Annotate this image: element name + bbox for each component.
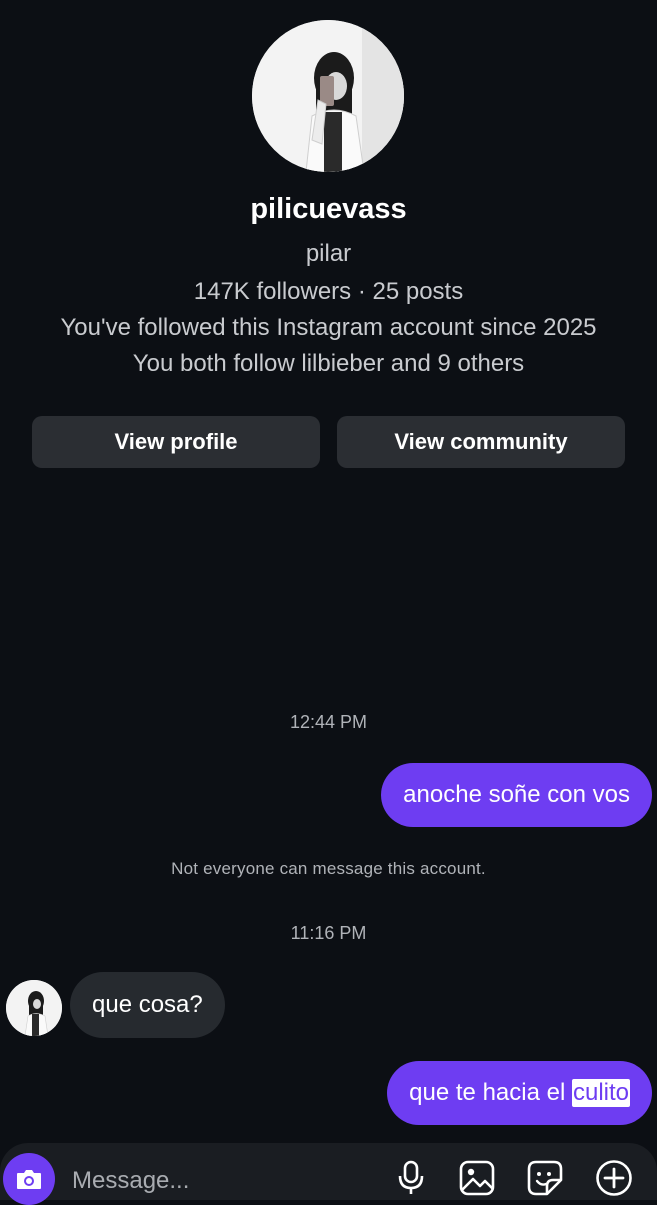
message-text: anoche soñe con vos <box>403 781 630 808</box>
profile-stats: 147K followers · 25 posts <box>193 278 464 305</box>
microphone-button[interactable] <box>391 1158 431 1198</box>
plus-icon <box>596 1160 632 1196</box>
camera-button[interactable] <box>3 1153 55 1205</box>
profile-followed-since: You've followed this Instagram account s… <box>60 314 597 341</box>
more-button[interactable] <box>594 1158 634 1198</box>
timestamp: 12:44 PM <box>289 712 368 732</box>
message-text: que te hacia el <box>409 1079 572 1106</box>
sticker-button[interactable] <box>525 1158 565 1198</box>
outgoing-message[interactable]: que te hacia el culito <box>387 1061 652 1125</box>
profile-full-name: pilar <box>305 240 352 267</box>
view-community-button[interactable]: View community <box>337 416 625 468</box>
message-text: que cosa? <box>92 991 203 1018</box>
profile-avatar[interactable] <box>252 20 404 172</box>
profile-mutual-followers: You both follow lilbieber and 9 others <box>132 350 525 377</box>
outgoing-message[interactable]: anoche soñe con vos <box>381 763 652 827</box>
timestamp: 11:16 PM <box>290 923 367 943</box>
image-icon <box>459 1160 495 1196</box>
messaging-notice: Not everyone can message this account. <box>171 859 486 878</box>
incoming-message[interactable]: que cosa? <box>70 972 225 1038</box>
gallery-button[interactable] <box>457 1158 497 1198</box>
microphone-icon <box>398 1160 424 1194</box>
camera-icon <box>17 1170 41 1189</box>
message-input[interactable] <box>70 1162 374 1200</box>
sticker-icon <box>527 1160 563 1196</box>
sender-avatar[interactable] <box>6 980 62 1036</box>
redacted-text: culito <box>571 1079 630 1107</box>
profile-username: pilicuevass <box>250 193 407 225</box>
view-profile-button[interactable]: View profile <box>32 416 320 468</box>
